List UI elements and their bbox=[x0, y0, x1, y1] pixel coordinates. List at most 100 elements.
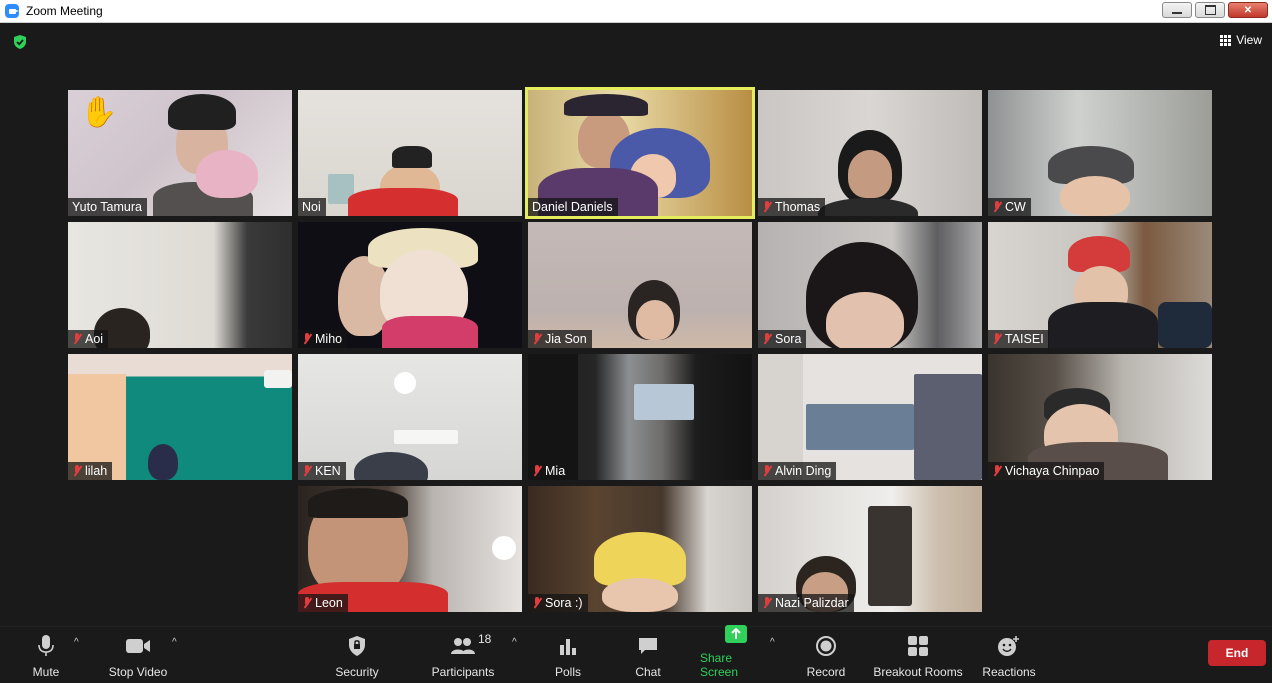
video-tile[interactable]: Jia Son bbox=[528, 222, 752, 348]
chat-button[interactable]: Chat bbox=[632, 627, 664, 679]
minimize-button[interactable] bbox=[1162, 2, 1192, 18]
share-screen-button[interactable]: Share Screen bbox=[700, 625, 772, 679]
video-tile[interactable]: lilah bbox=[68, 354, 292, 480]
participant-name-label: Nazi Palizdar bbox=[758, 594, 854, 612]
record-button[interactable]: Record bbox=[806, 627, 846, 679]
window-controls: ✕ bbox=[1162, 2, 1268, 18]
record-icon bbox=[816, 636, 836, 656]
muted-mic-icon bbox=[532, 333, 542, 345]
audio-options-caret[interactable]: ^ bbox=[74, 637, 79, 648]
participant-name-label: CW bbox=[988, 198, 1031, 216]
grid-view-icon bbox=[1220, 34, 1232, 46]
chat-bubble-icon bbox=[639, 638, 657, 654]
video-tile[interactable]: ✋ Yuto Tamura bbox=[68, 90, 292, 216]
muted-mic-icon bbox=[532, 465, 542, 477]
meeting-toolbar: Mute ^ Stop Video ^ Security 18 Particip… bbox=[0, 625, 1272, 683]
participants-count: 18 bbox=[478, 632, 492, 646]
participant-name-label: Sora bbox=[758, 330, 807, 348]
reactions-label: Reactions bbox=[982, 665, 1036, 679]
end-meeting-button[interactable]: End bbox=[1208, 640, 1266, 666]
participant-name-label: Aoi bbox=[68, 330, 109, 348]
microphone-icon bbox=[38, 635, 54, 656]
video-tile[interactable]: Vichaya Chinpao bbox=[988, 354, 1212, 480]
polls-button[interactable]: Polls bbox=[552, 627, 584, 679]
muted-mic-icon bbox=[762, 465, 772, 477]
share-screen-arrow-icon bbox=[725, 625, 747, 643]
security-button[interactable]: Security bbox=[334, 627, 380, 679]
video-tile[interactable]: TAISEI bbox=[988, 222, 1212, 348]
participants-options-caret[interactable]: ^ bbox=[512, 637, 517, 648]
video-tile[interactable]: Mia bbox=[528, 354, 752, 480]
video-tile[interactable]: Sora :) bbox=[528, 486, 752, 612]
mute-label: Mute bbox=[32, 665, 60, 679]
participant-name-label: Mia bbox=[528, 462, 571, 480]
muted-mic-icon bbox=[762, 597, 772, 609]
restore-button[interactable] bbox=[1195, 2, 1225, 18]
video-tile[interactable]: Alvin Ding bbox=[758, 354, 982, 480]
security-label: Security bbox=[335, 665, 379, 679]
participant-name-label: Jia Son bbox=[528, 330, 592, 348]
chat-label: Chat bbox=[635, 665, 661, 679]
breakout-rooms-label: Breakout Rooms bbox=[873, 665, 963, 679]
muted-mic-icon bbox=[992, 465, 1002, 477]
video-tile[interactable]: Nazi Palizdar bbox=[758, 486, 982, 612]
security-shield-icon bbox=[349, 636, 365, 656]
muted-mic-icon bbox=[302, 465, 312, 477]
participants-button[interactable]: 18 Participants bbox=[430, 627, 496, 679]
breakout-rooms-icon bbox=[908, 636, 928, 656]
video-tile[interactable]: CW bbox=[988, 90, 1212, 216]
view-label: View bbox=[1236, 33, 1262, 47]
stop-video-label: Stop Video bbox=[108, 665, 168, 679]
muted-mic-icon bbox=[302, 333, 312, 345]
muted-mic-icon bbox=[72, 465, 82, 477]
video-tile[interactable]: KEN bbox=[298, 354, 522, 480]
video-camera-icon bbox=[126, 639, 150, 653]
participants-icon bbox=[451, 638, 475, 654]
participant-name-label: Leon bbox=[298, 594, 348, 612]
polls-bar-chart-icon bbox=[560, 639, 576, 655]
participant-name-label: Thomas bbox=[758, 198, 826, 216]
participant-name-label: Daniel Daniels bbox=[528, 198, 618, 216]
muted-mic-icon bbox=[992, 201, 1002, 213]
participant-name-label: TAISEI bbox=[988, 330, 1049, 348]
shield-check-icon[interactable] bbox=[12, 34, 28, 50]
muted-mic-icon bbox=[992, 333, 1002, 345]
participant-name-label: Sora :) bbox=[528, 594, 588, 612]
participant-name-label: Miho bbox=[298, 330, 348, 348]
breakout-rooms-button[interactable]: Breakout Rooms bbox=[872, 627, 964, 679]
share-screen-options-caret[interactable]: ^ bbox=[770, 637, 775, 648]
video-options-caret[interactable]: ^ bbox=[172, 637, 177, 648]
participant-name-label: lilah bbox=[68, 462, 113, 480]
video-tile[interactable]: Sora bbox=[758, 222, 982, 348]
stop-video-button[interactable]: Stop Video bbox=[106, 627, 170, 679]
window-title-bar: Zoom Meeting ✕ bbox=[0, 0, 1272, 23]
participant-name-label: Vichaya Chinpao bbox=[988, 462, 1105, 480]
video-tile[interactable]: Miho bbox=[298, 222, 522, 348]
muted-mic-icon bbox=[72, 333, 82, 345]
mute-button[interactable]: Mute bbox=[28, 627, 64, 679]
reactions-button[interactable]: Reactions bbox=[982, 627, 1036, 679]
participants-label: Participants bbox=[431, 665, 495, 679]
video-tile[interactable]: Aoi bbox=[68, 222, 292, 348]
raised-hand-icon: ✋ bbox=[80, 96, 118, 129]
video-tile[interactable]: Thomas bbox=[758, 90, 982, 216]
muted-mic-icon bbox=[532, 597, 542, 609]
video-tile-active-speaker[interactable]: Daniel Daniels bbox=[525, 87, 755, 219]
video-tile[interactable]: Noi bbox=[298, 90, 522, 216]
participant-name-label: Noi bbox=[298, 198, 326, 216]
reactions-smiley-icon bbox=[998, 636, 1019, 656]
video-tile[interactable]: Leon bbox=[298, 486, 522, 612]
window-title: Zoom Meeting bbox=[26, 4, 103, 18]
share-screen-label: Share Screen bbox=[700, 651, 739, 679]
participant-name-label: Yuto Tamura bbox=[68, 198, 147, 216]
muted-mic-icon bbox=[302, 597, 312, 609]
record-label: Record bbox=[806, 665, 846, 679]
participant-name-label: Alvin Ding bbox=[758, 462, 837, 480]
participant-name-label: KEN bbox=[298, 462, 346, 480]
polls-label: Polls bbox=[554, 665, 581, 679]
muted-mic-icon bbox=[762, 333, 772, 345]
muted-mic-icon bbox=[762, 201, 772, 213]
close-window-button[interactable]: ✕ bbox=[1228, 2, 1268, 18]
zoom-app-icon bbox=[5, 4, 19, 18]
view-button[interactable]: View bbox=[1220, 33, 1262, 47]
